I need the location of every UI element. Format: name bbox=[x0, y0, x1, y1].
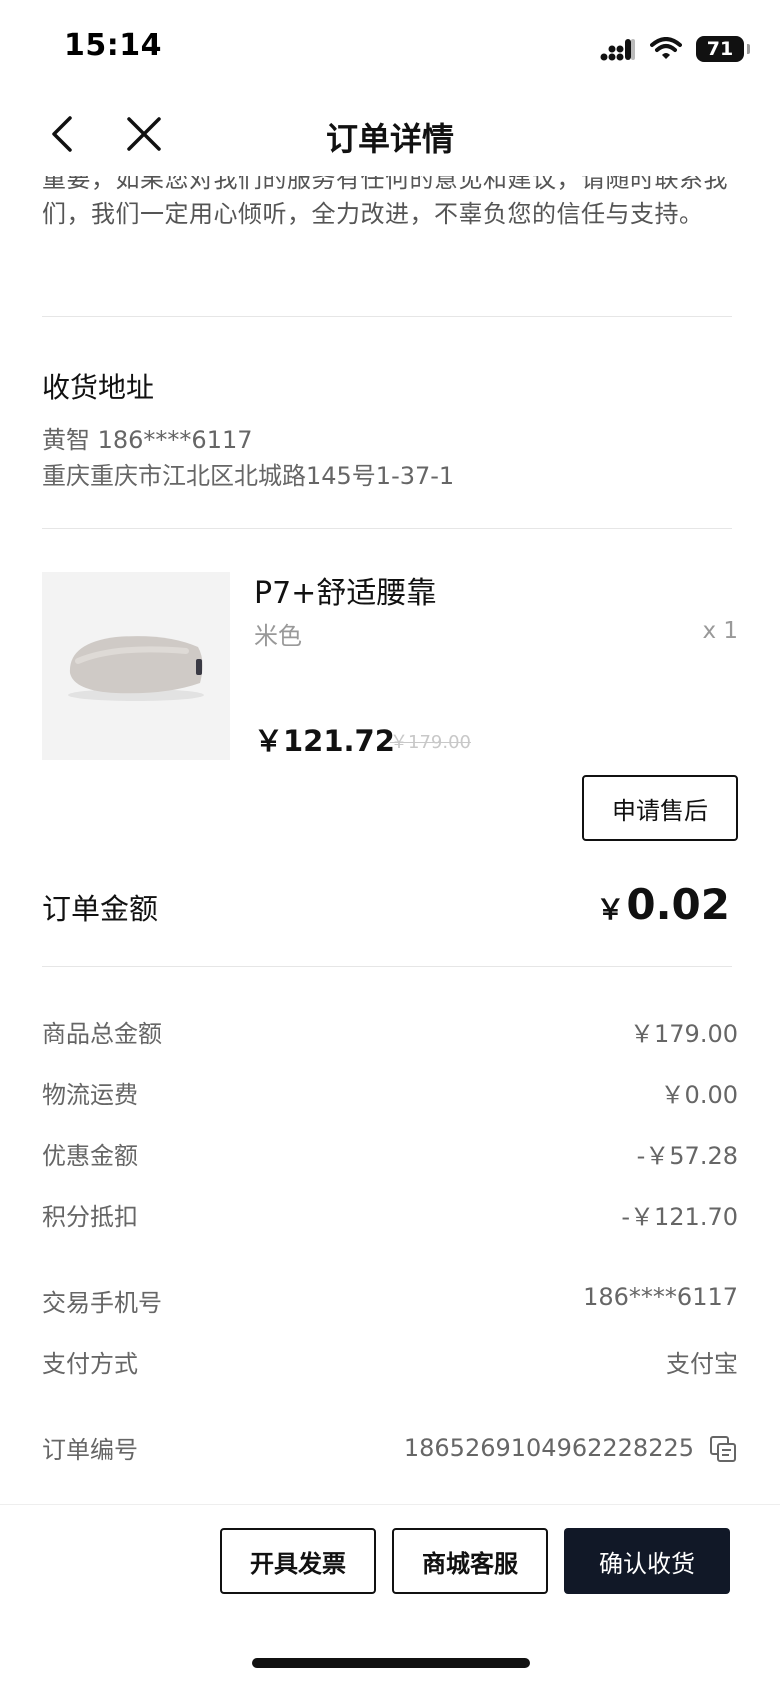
confirm-receipt-button[interactable]: 确认收货 bbox=[564, 1528, 730, 1594]
wifi-icon bbox=[650, 37, 682, 59]
address-detail: 重庆重庆市江北区北城路145号1-37-1 bbox=[42, 462, 455, 490]
order-total-label: 订单金额 bbox=[42, 892, 159, 926]
subtotal-value: ￥179.00 bbox=[630, 1020, 738, 1048]
product-price: ￥121.72 bbox=[254, 724, 395, 758]
status-icons: 71 bbox=[600, 32, 750, 66]
copy-button[interactable] bbox=[708, 1434, 738, 1464]
address-title: 收货地址 bbox=[42, 371, 155, 404]
invoice-button[interactable]: 开具发票 bbox=[220, 1528, 376, 1594]
copy-icon bbox=[710, 1436, 736, 1462]
page-title: 订单详情 bbox=[325, 120, 454, 158]
product-original-price: ￥179.00 bbox=[390, 732, 471, 753]
status-time: 15:14 bbox=[64, 28, 162, 63]
notice-text: 重要，如果您对我们的服务有任何的意见和建议，请随时联系我们，我们一定用心倾听，全… bbox=[42, 176, 728, 228]
product-variant: 米色 bbox=[254, 622, 302, 650]
notice-section: 重要，如果您对我们的服务有任何的意见和建议，请随时联系我们，我们一定用心倾听，全… bbox=[42, 176, 742, 276]
points-deduction-value: -￥121.70 bbox=[621, 1203, 738, 1231]
address-name-phone: 黄智 186****6117 bbox=[42, 426, 253, 454]
after-sale-button[interactable]: 申请售后 bbox=[582, 775, 738, 841]
product-quantity: x 1 bbox=[702, 618, 738, 644]
lumbar-pillow-image bbox=[68, 636, 204, 701]
trade-phone-value: 186****6117 bbox=[583, 1283, 738, 1311]
home-indicator[interactable] bbox=[252, 1658, 530, 1668]
divider bbox=[42, 316, 732, 317]
divider bbox=[42, 528, 732, 529]
customer-service-button[interactable]: 商城客服 bbox=[392, 1528, 548, 1594]
shipping-value: ￥0.00 bbox=[660, 1081, 738, 1109]
points-deduction-label: 积分抵扣 bbox=[42, 1203, 138, 1231]
divider bbox=[42, 966, 732, 967]
battery-icon: 71 bbox=[696, 36, 750, 62]
trade-phone-label: 交易手机号 bbox=[42, 1289, 162, 1317]
discount-value: -￥57.28 bbox=[636, 1142, 738, 1170]
order-number-value: 1865269104962228225 bbox=[403, 1434, 694, 1462]
order-total-amount: 0.02 bbox=[626, 880, 730, 929]
order-total-value: ￥0.02 bbox=[596, 880, 730, 929]
subtotal-label: 商品总金额 bbox=[42, 1020, 162, 1048]
currency-symbol: ￥ bbox=[596, 893, 625, 926]
payment-method-value: 支付宝 bbox=[666, 1350, 738, 1378]
product-name[interactable]: P7+舒适腰靠 bbox=[254, 568, 436, 612]
signal-icon bbox=[600, 39, 635, 61]
order-number-label: 订单编号 bbox=[42, 1436, 138, 1464]
shipping-label: 物流运费 bbox=[42, 1081, 138, 1109]
discount-label: 优惠金额 bbox=[42, 1142, 138, 1170]
product-image[interactable] bbox=[42, 572, 230, 760]
payment-method-label: 支付方式 bbox=[42, 1350, 138, 1378]
